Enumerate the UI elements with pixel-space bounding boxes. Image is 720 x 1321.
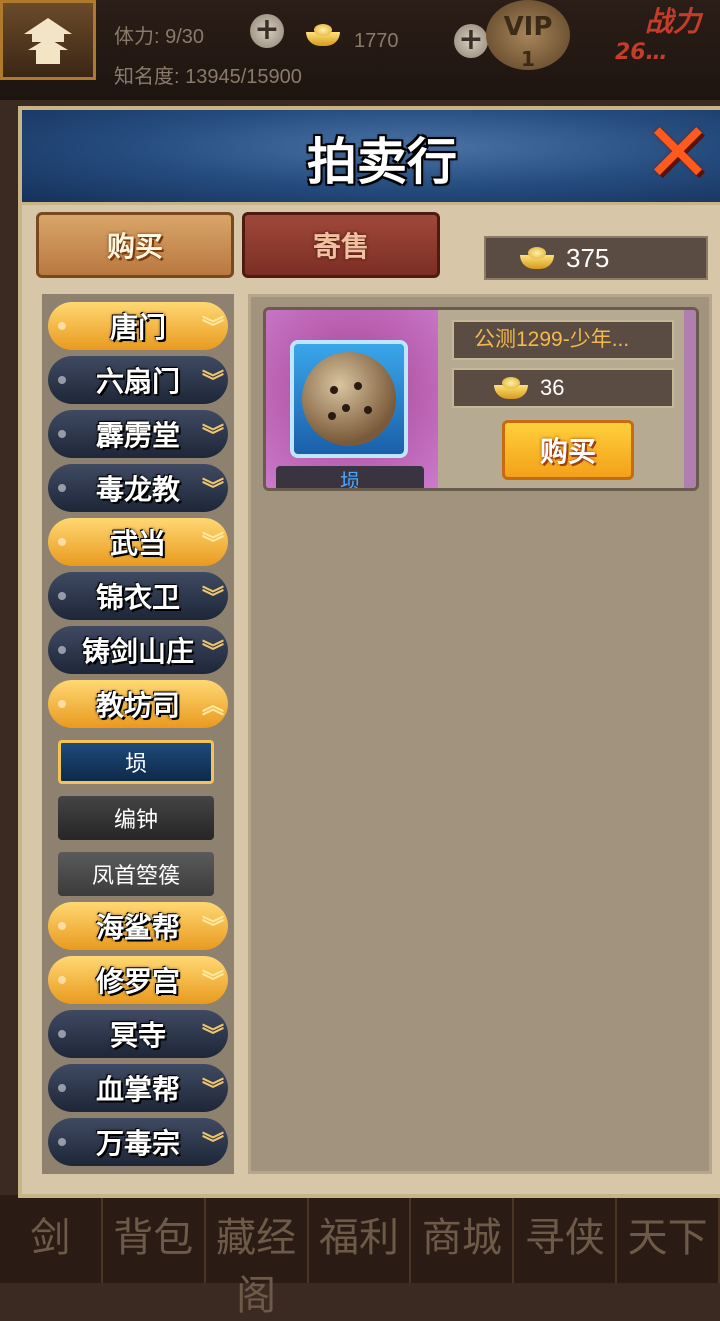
category-jinyiwei[interactable]: 锦衣卫 ︾ xyxy=(48,572,228,620)
power-label: 战力 xyxy=(645,5,702,38)
category-wanduzong[interactable]: 万毒宗 ︾ xyxy=(48,1118,228,1166)
listing-card: 埙 公测1299-少年... 36 购买 xyxy=(263,307,699,491)
chevron-down-icon: ︾ xyxy=(201,586,224,611)
chevron-down-icon: ︾ xyxy=(201,1024,224,1049)
category-label: 唐门 xyxy=(109,311,166,344)
auction-dialog: 拍卖行 ✕ 购买 寄售 375 唐门 ︾ 六扇门 ︾ 霹雳堂 ︾ 毒龙教 ︾ 武当 ︾ 锦… xyxy=(18,106,720,1198)
category-label: 修罗宫 xyxy=(95,965,180,998)
category-label: 海鲨帮 xyxy=(95,911,180,944)
gold-balance-value: 375 xyxy=(566,242,610,273)
chevron-down-icon: ︾ xyxy=(201,532,224,557)
category-haishabang[interactable]: 海鲨帮 ︾ xyxy=(48,902,228,950)
tab-sell[interactable]: 寄售 xyxy=(242,212,440,278)
category-dulongjiao[interactable]: 毒龙教 ︾ xyxy=(48,464,228,512)
card-edge xyxy=(684,310,696,488)
chevron-down-icon: ︾ xyxy=(201,424,224,449)
vip-label: VIP xyxy=(503,12,553,42)
buy-button[interactable]: 购买 xyxy=(502,420,634,480)
pagoda-icon xyxy=(24,18,72,64)
gold-balance: 375 xyxy=(484,236,708,280)
bottom-nav: 剑 背包 藏经阁 福利 商城 寻侠 天下 xyxy=(0,1195,720,1319)
category-liushanmen[interactable]: 六扇门 ︾ xyxy=(48,356,228,404)
chevron-down-icon: ︾ xyxy=(201,316,224,341)
category-tangmen[interactable]: 唐门 ︾ xyxy=(48,302,228,350)
item-price-value: 36 xyxy=(540,375,565,400)
category-wudang[interactable]: 武当 ︾ xyxy=(48,518,228,566)
category-pilitang[interactable]: 霹雳堂 ︾ xyxy=(48,410,228,458)
nav-bag[interactable]: 背包 xyxy=(103,1195,206,1283)
chevron-down-icon: ︾ xyxy=(201,970,224,995)
chevron-down-icon: ︾ xyxy=(201,1132,224,1157)
close-icon[interactable]: ✕ xyxy=(638,113,718,195)
category-label: 冥寺 xyxy=(109,1019,166,1052)
nav-seek[interactable]: 寻侠 xyxy=(514,1195,618,1283)
item-price: 36 xyxy=(452,368,674,408)
nav-sword[interactable]: 剑 xyxy=(0,1195,103,1283)
fame-text: 知名度: 13945/15900 xyxy=(114,66,302,88)
top-hud: 体力: 9/30 + 1770 + 知名度: 13945/15900 VIP 1… xyxy=(0,0,720,100)
add-stamina-button[interactable]: + xyxy=(250,14,284,48)
item-name: 埙 xyxy=(276,466,424,488)
chevron-up-icon: ︽ xyxy=(201,694,224,719)
add-gold-button[interactable]: + xyxy=(454,24,488,58)
subcategory-fengshoukonghou[interactable]: 凤首箜篌 xyxy=(58,852,214,896)
category-label: 血掌帮 xyxy=(95,1073,180,1106)
item-preview: 埙 xyxy=(266,310,438,488)
category-zhujianshanzhuang[interactable]: 铸剑山庄 ︾ xyxy=(48,626,228,674)
xun-icon[interactable] xyxy=(290,340,408,458)
home-button[interactable] xyxy=(0,0,96,80)
vip-badge[interactable]: VIP 1 xyxy=(486,0,570,70)
seller-name: 公测1299-少年... xyxy=(452,320,674,360)
category-label: 霹雳堂 xyxy=(95,419,180,452)
chevron-down-icon: ︾ xyxy=(201,1078,224,1103)
category-label: 毒龙教 xyxy=(95,473,180,506)
category-label: 铸剑山庄 xyxy=(81,635,194,668)
category-label: 教坊司 xyxy=(95,689,180,722)
chevron-down-icon: ︾ xyxy=(201,478,224,503)
dialog-title: 拍卖行 xyxy=(307,132,457,191)
category-label: 武当 xyxy=(109,527,166,560)
nav-library[interactable]: 藏经阁 xyxy=(206,1195,309,1319)
chevron-down-icon: ︾ xyxy=(201,370,224,395)
nav-world[interactable]: 天下 xyxy=(617,1195,720,1283)
category-xuezhangbang[interactable]: 血掌帮 ︾ xyxy=(48,1064,228,1112)
dialog-header: 拍卖行 ✕ xyxy=(22,110,720,205)
category-label: 锦衣卫 xyxy=(95,581,180,614)
category-mingsi[interactable]: 冥寺 ︾ xyxy=(48,1010,228,1058)
nav-welfare[interactable]: 福利 xyxy=(309,1195,412,1283)
gold-top-text: 1770 xyxy=(354,30,399,52)
nav-shop[interactable]: 商城 xyxy=(411,1195,515,1283)
gold-ingot-icon xyxy=(520,247,554,269)
vip-level: 1 xyxy=(521,47,535,71)
category-xiuluogong[interactable]: 修罗宫 ︾ xyxy=(48,956,228,1004)
listing-panel: 埙 公测1299-少年... 36 购买 xyxy=(248,294,712,1174)
subcategory-xun[interactable]: 埙 xyxy=(58,740,214,784)
category-label: 六扇门 xyxy=(95,365,180,398)
stamina-text: 体力: 9/30 xyxy=(114,26,205,48)
category-menu: 唐门 ︾ 六扇门 ︾ 霹雳堂 ︾ 毒龙教 ︾ 武当 ︾ 锦衣卫 ︾ 铸剑山庄 ︾ 教坊司 ︽ 埙… xyxy=(42,294,234,1174)
gold-ingot-icon xyxy=(494,377,528,399)
tab-buy[interactable]: 购买 xyxy=(36,212,234,278)
chevron-down-icon: ︾ xyxy=(201,640,224,665)
item-details: 公测1299-少年... 36 购买 xyxy=(438,310,696,488)
subcategory-bianzhong[interactable]: 编钟 xyxy=(58,796,214,840)
category-label: 万毒宗 xyxy=(95,1127,180,1160)
chevron-down-icon: ︾ xyxy=(201,916,224,941)
power-value: 26… xyxy=(615,40,668,65)
power-display: 战力 26… xyxy=(605,0,720,70)
category-jiaofangsi[interactable]: 教坊司 ︽ xyxy=(48,680,228,728)
gold-ingot-icon xyxy=(306,24,340,46)
